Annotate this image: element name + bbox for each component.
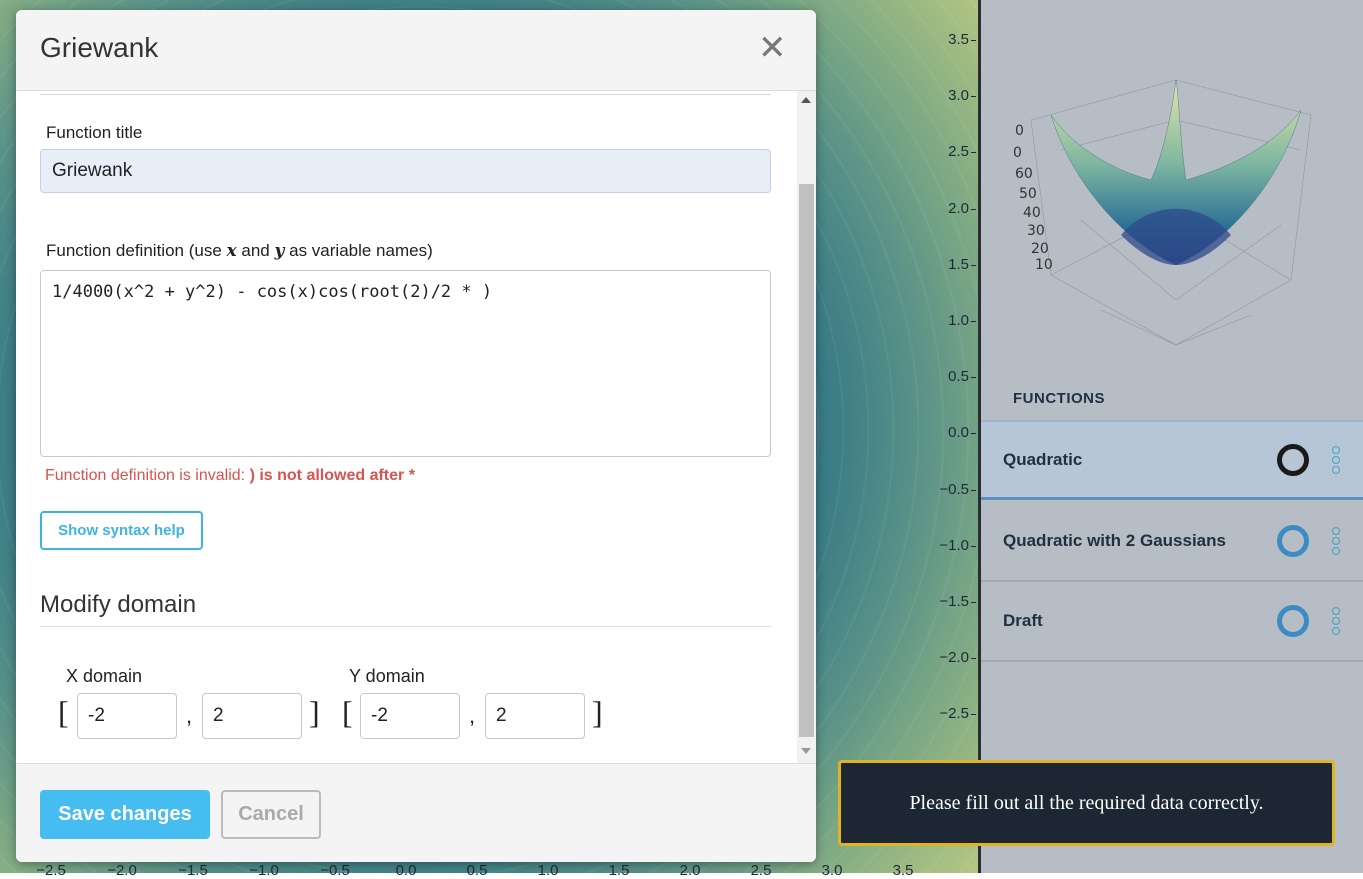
cancel-button[interactable]: Cancel [221, 790, 321, 839]
more-options-icon[interactable] [1331, 607, 1341, 635]
function-item-quadratic[interactable]: Quadratic [981, 420, 1363, 500]
y-tick-label: 3.0 [924, 87, 976, 104]
modal-title: Griewank [40, 32, 159, 63]
functions-heading: FUNCTIONS [1013, 390, 1105, 407]
function-definition-textarea[interactable]: 1/4000(x^2 + y^2) - cos(x)cos(root(2)/2 … [40, 270, 771, 457]
x-tick-label: 0.0 [395, 862, 417, 879]
definition-label-text: as variable names) [289, 241, 433, 260]
show-syntax-help-button[interactable]: Show syntax help [40, 511, 203, 550]
y-tick-label: −1.0 [924, 537, 976, 554]
modal-header: Griewank ✕ [16, 10, 816, 91]
svg-text:40: 40 [1023, 205, 1041, 221]
svg-text:60: 60 [1015, 166, 1033, 182]
x-tick-label: −2.0 [107, 862, 137, 879]
y-tick-label: −0.5 [924, 481, 976, 498]
x-tick-label: 2.5 [750, 862, 772, 879]
toast-message: Please fill out all the required data co… [909, 791, 1264, 814]
y-domain-label: Y domain [349, 666, 425, 686]
x-domain-min-input[interactable]: -2 [77, 693, 177, 739]
definition-label-text: and [241, 241, 270, 260]
function-item-quadratic-gaussians[interactable]: Quadratic with 2 Gaussians [981, 502, 1363, 582]
modal-body[interactable]: Function title Griewank Function definit… [16, 91, 816, 763]
x-tick-label: −1.5 [178, 862, 208, 879]
x-tick-label: 3.5 [892, 862, 914, 879]
visibility-ring-icon[interactable] [1277, 605, 1309, 637]
function-item-label: Quadratic [1003, 449, 1083, 469]
x-tick-label: −1.0 [249, 862, 279, 879]
function-item-label: Quadratic with 2 Gaussians [1003, 531, 1226, 550]
function-definition-label: Function definition (use x and y as vari… [46, 241, 433, 261]
y-domain-open-bracket: [ [342, 694, 353, 730]
svg-text:30: 30 [1027, 223, 1045, 239]
function-item-label: Draft [1003, 611, 1043, 630]
surface-3d-plot[interactable]: 0 0 60 50 40 30 2010 [1001, 60, 1341, 360]
y-domain-comma: , [469, 703, 476, 728]
x-domain-close-bracket: ] [309, 694, 320, 730]
y-tick-label: 1.0 [924, 312, 976, 329]
y-tick-label: 3.5 [924, 31, 976, 48]
svg-text:10: 10 [1035, 257, 1053, 273]
validation-toast: Please fill out all the required data co… [838, 760, 1335, 846]
visibility-ring-icon[interactable] [1277, 443, 1309, 476]
scrollbar-thumb[interactable] [799, 184, 814, 737]
x-tick-label: 1.0 [537, 862, 559, 879]
x-tick-label: 0.5 [466, 862, 488, 879]
edit-function-modal: Griewank ✕ Function title Griewank Funct… [16, 10, 816, 862]
function-title-label: Function title [46, 123, 143, 142]
x-domain-label: X domain [66, 666, 143, 686]
y-tick-label: 2.5 [924, 143, 976, 160]
x-domain-open-bracket: [ [58, 694, 69, 730]
variable-y: y [274, 241, 285, 261]
modal-footer: Save changes Cancel [16, 763, 816, 862]
sidebar-panel: 0 0 60 50 40 30 20 10 FUNCTIONS Quadratic Qua… [978, 0, 1363, 873]
error-prefix: Function definition is invalid: [45, 467, 246, 484]
more-options-icon[interactable] [1331, 445, 1341, 474]
y-domain-min-input[interactable]: -2 [360, 693, 460, 739]
y-tick-label: 1.5 [924, 256, 976, 273]
y-domain-close-bracket: ] [592, 694, 603, 730]
divider [40, 626, 771, 627]
error-detail: ) is not allowed after * [249, 467, 415, 484]
function-item-draft[interactable]: Draft [981, 582, 1363, 662]
x-domain-max-input[interactable]: 2 [202, 693, 302, 739]
svg-text:20: 20 [1031, 241, 1049, 257]
function-title-input[interactable]: Griewank [40, 149, 771, 193]
y-tick-label: −2.5 [924, 705, 976, 722]
y-tick-label: 0.0 [924, 424, 976, 441]
x-domain-comma: , [186, 703, 193, 728]
y-tick-label: 0.5 [924, 368, 976, 385]
y-tick-label: −2.0 [924, 649, 976, 666]
modal-scrollbar[interactable] [797, 91, 816, 763]
scroll-up-arrow-icon[interactable] [801, 97, 811, 103]
modify-domain-heading: Modify domain [40, 591, 197, 618]
more-options-icon[interactable] [1331, 527, 1341, 555]
y-tick-label: 2.0 [924, 200, 976, 217]
save-changes-button[interactable]: Save changes [40, 790, 210, 839]
definition-label-text: Function definition (use [46, 241, 222, 260]
y-domain-max-input[interactable]: 2 [485, 693, 585, 739]
x-tick-label: 1.5 [608, 862, 630, 879]
y-tick-label: −1.5 [924, 593, 976, 610]
x-tick-label: −0.5 [320, 862, 350, 879]
svg-text:50: 50 [1019, 186, 1037, 202]
svg-text:0: 0 [1013, 145, 1022, 161]
close-icon[interactable]: ✕ [758, 28, 787, 68]
x-tick-label: −2.5 [36, 862, 66, 879]
scroll-down-arrow-icon[interactable] [801, 748, 811, 754]
x-tick-label: 3.0 [821, 862, 843, 879]
divider [40, 94, 771, 95]
definition-error-message: Function definition is invalid: ) is not… [45, 467, 415, 485]
svg-text:0: 0 [1015, 123, 1024, 139]
visibility-ring-icon[interactable] [1277, 525, 1309, 557]
variable-x: x [226, 241, 237, 261]
x-tick-label: 2.0 [679, 862, 701, 879]
